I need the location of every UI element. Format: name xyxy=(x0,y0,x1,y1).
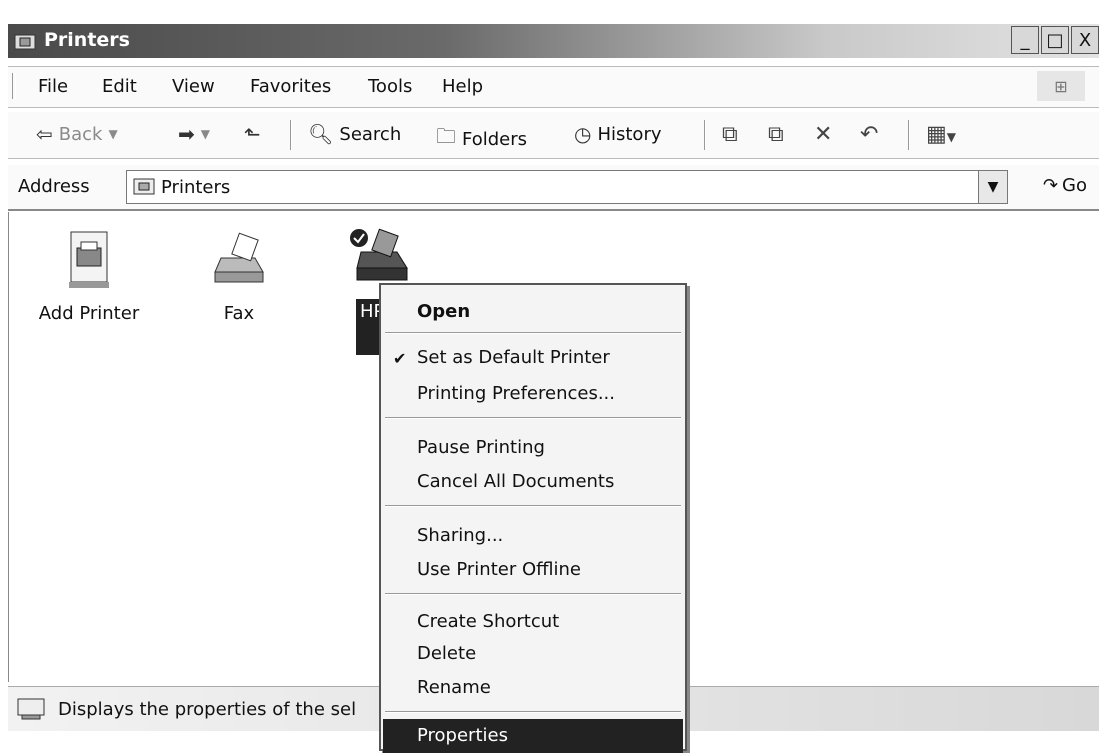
undo-icon[interactable]: ↶ xyxy=(860,122,878,147)
views-icon[interactable]: ▦▼ xyxy=(926,122,956,147)
status-text: Displays the properties of the sel xyxy=(58,699,357,720)
back-arrow-icon: ⇦ xyxy=(36,122,53,146)
fax-label: Fax xyxy=(223,303,255,324)
minimize-button[interactable]: _ xyxy=(1011,26,1039,54)
menu-separator xyxy=(385,711,681,713)
menu-separator xyxy=(385,332,681,334)
menu-tools[interactable]: Tools xyxy=(368,76,412,97)
menu-printing-preferences[interactable]: Printing Preferences... xyxy=(417,383,615,404)
menu-help[interactable]: Help xyxy=(442,76,483,97)
up-folder-icon: ⬑ xyxy=(244,122,261,146)
menu-edit[interactable]: Edit xyxy=(102,76,137,97)
back-dropdown-icon[interactable]: ▼ xyxy=(108,127,117,141)
windows-logo-icon: ⊞ xyxy=(1037,71,1085,101)
menu-open[interactable]: Open xyxy=(417,301,470,322)
menu-favorites[interactable]: Favorites xyxy=(250,76,331,97)
context-menu: Open ✔ Set as Default Printer Printing P… xyxy=(379,283,687,753)
printers-folder-icon xyxy=(14,32,36,50)
search-icon: 🔍︎ xyxy=(308,122,334,146)
history-label: History xyxy=(597,123,662,145)
address-bar: Address Printers ▼ ↷ Go xyxy=(8,165,1099,211)
copy-to-icon[interactable]: ⧉ xyxy=(768,122,784,147)
address-dropdown-icon[interactable]: ▼ xyxy=(978,170,1008,204)
go-button[interactable]: ↷ Go xyxy=(1043,175,1087,196)
title-bar[interactable]: Printers _ □ X xyxy=(8,24,1099,58)
standard-toolbar: ⇦ Back ▼ ➡ ▼ ⬑ 🔍︎ Search 🗀 Folders ◷ His… xyxy=(8,112,1099,159)
menu-separator xyxy=(385,417,681,419)
menu-view[interactable]: View xyxy=(172,76,215,97)
menu-cancel-all[interactable]: Cancel All Documents xyxy=(417,471,614,492)
toolbar-separator xyxy=(704,120,706,150)
folders-button[interactable]: 🗀 Folders xyxy=(436,122,527,156)
check-icon: ✔ xyxy=(393,349,407,368)
address-input[interactable]: Printers ▼ xyxy=(126,170,1008,204)
explorer-window: Printers _ □ X File Edit View Favorites … xyxy=(0,0,1099,753)
menu-separator xyxy=(385,505,681,507)
fax-icon xyxy=(207,232,271,297)
menu-sharing[interactable]: Sharing... xyxy=(417,525,503,546)
add-printer-item[interactable]: Add Printer xyxy=(29,228,149,324)
window-controls: _ □ X xyxy=(1011,26,1099,54)
delete-icon[interactable]: ✕ xyxy=(814,122,832,147)
move-to-icon[interactable]: ⧉ xyxy=(722,122,738,147)
status-printer-icon xyxy=(16,697,46,725)
back-label: Back xyxy=(58,123,103,145)
printers-folder-icon xyxy=(133,176,155,196)
add-printer-label: Add Printer xyxy=(38,303,140,324)
folders-icon: 🗀 xyxy=(436,124,456,148)
menu-file[interactable]: File xyxy=(38,76,68,97)
menu-rename[interactable]: Rename xyxy=(417,677,491,698)
menu-properties[interactable]: Properties xyxy=(383,719,683,753)
menu-separator xyxy=(385,593,681,595)
search-label: Search xyxy=(339,123,402,145)
up-folder-button[interactable]: ⬑ xyxy=(244,122,261,146)
folders-label: Folders xyxy=(462,128,528,150)
menu-create-shortcut[interactable]: Create Shortcut xyxy=(417,611,559,632)
toolbar-separator xyxy=(290,120,292,150)
forward-arrow-icon: ➡ xyxy=(178,122,195,146)
history-icon: ◷ xyxy=(574,122,592,146)
go-label: Go xyxy=(1062,175,1087,196)
history-button[interactable]: ◷ History xyxy=(574,122,662,146)
menu-set-default[interactable]: Set as Default Printer xyxy=(417,347,610,368)
close-button[interactable]: X xyxy=(1071,26,1099,54)
menu-pause-printing[interactable]: Pause Printing xyxy=(417,437,545,458)
menu-bar: File Edit View Favorites Tools Help ⊞ xyxy=(8,66,1099,108)
menu-use-offline[interactable]: Use Printer Offline xyxy=(417,559,581,580)
add-printer-icon xyxy=(61,231,117,297)
toolbar-separator xyxy=(908,120,910,150)
fax-item[interactable]: Fax xyxy=(199,228,279,324)
menu-delete[interactable]: Delete xyxy=(417,643,476,664)
go-arrow-icon: ↷ xyxy=(1042,175,1059,196)
address-value: Printers xyxy=(161,177,231,198)
address-label: Address xyxy=(18,176,90,197)
forward-dropdown-icon[interactable]: ▼ xyxy=(201,127,210,141)
menubar-grip[interactable] xyxy=(12,73,16,99)
window-title: Printers xyxy=(44,29,130,51)
maximize-button[interactable]: □ xyxy=(1041,26,1069,54)
search-button[interactable]: 🔍︎ Search xyxy=(308,122,401,146)
back-button[interactable]: ⇦ Back ▼ xyxy=(36,122,118,146)
forward-button[interactable]: ➡ ▼ xyxy=(178,122,210,146)
